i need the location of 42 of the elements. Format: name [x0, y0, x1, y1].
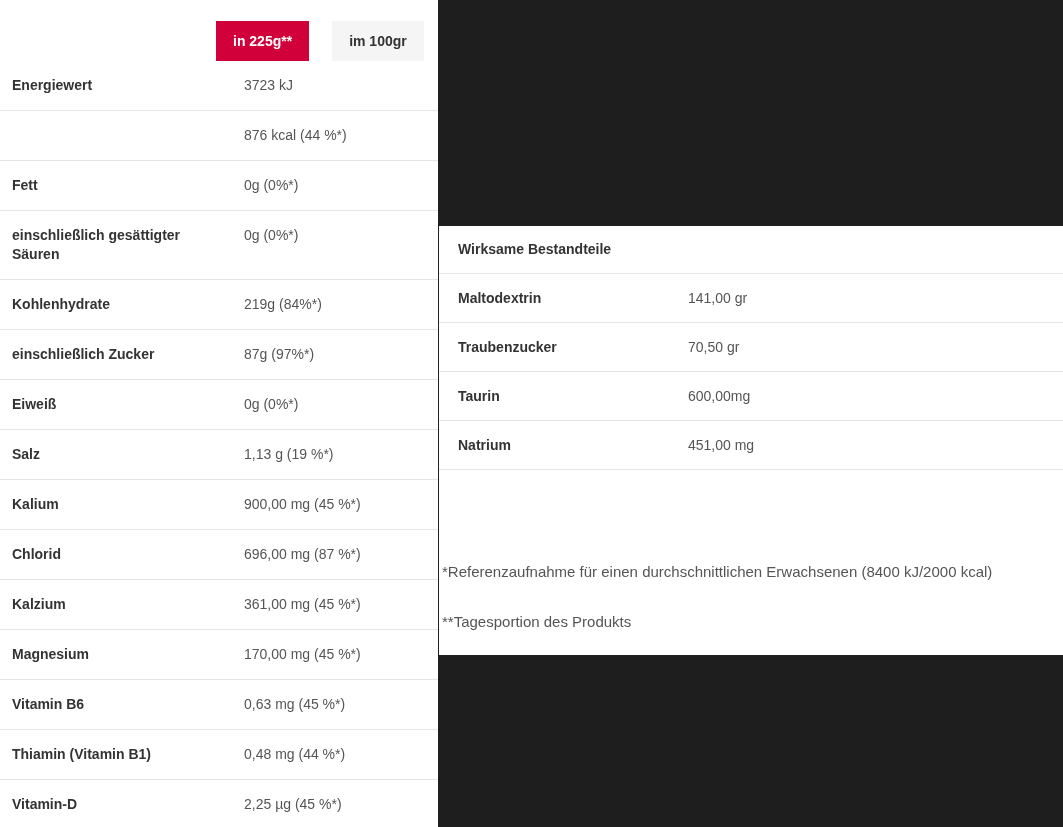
tab[interactable]: in 225g**	[216, 21, 310, 61]
nutrient-label: Kalium	[11, 495, 60, 514]
nutrient-label: Vitamin-D	[11, 795, 79, 814]
ingredient-value: 600,00mg	[688, 386, 751, 406]
nutrient-label: Salz	[11, 445, 41, 464]
ingredients-heading: Wirksame Bestandteile	[458, 240, 612, 259]
nutrient-value: 0,63 mg (45 %*)	[244, 695, 346, 714]
nutrient-value: 900,00 mg (45 %*)	[244, 495, 361, 514]
nutrient-value: 0g (0%*)	[244, 176, 299, 195]
ingredient-label: Taurin	[457, 386, 501, 406]
nutrient-value: 219g (84%*)	[244, 295, 322, 314]
nutrient-value: 1,13 g (19 %*)	[244, 445, 334, 464]
nutrient-value: 3723 kJ	[244, 76, 294, 95]
nutrient-label: Chlorid	[11, 545, 62, 564]
nutrient-label: Thiamin (Vitamin B1)	[11, 745, 152, 764]
nutrient-value: 0g (0%*)	[244, 395, 299, 414]
footnote: *Referenzaufnahme für einen durchschnittlichen Erwachsenen (8400 kJ/2000 kcal)	[442, 562, 994, 582]
nutrient-value: 696,00 mg (87 %*)	[244, 545, 361, 564]
nutrient-label: einschließlich gesättigter Säuren	[11, 226, 182, 264]
nutrient-label: einschließlich Zucker	[11, 345, 156, 364]
tab[interactable]: im 100gr	[332, 21, 424, 61]
nutrient-value: 361,00 mg (45 %*)	[244, 595, 361, 614]
nutrient-label: Energiewert	[11, 76, 94, 95]
nutrient-label: Kohlenhydrate	[11, 295, 111, 314]
nutrient-value: 876 kcal (44 %*)	[244, 126, 347, 145]
footnote: **Tagesportion des Produkts	[442, 612, 633, 632]
nutrient-value: 0g (0%*)	[244, 226, 299, 245]
nutrient-label: Kalzium	[11, 595, 67, 614]
ingredient-label: Natrium	[457, 435, 512, 455]
nutrient-label: Eiweiß	[11, 395, 58, 414]
nutrient-value: 0,48 mg (44 %*)	[244, 745, 346, 764]
nutrient-value: 170,00 mg (45 %*)	[244, 645, 361, 664]
nutrient-value: 87g (97%*)	[244, 345, 315, 364]
nutrient-label: Magnesium	[11, 645, 90, 664]
nutrient-label: Vitamin B6	[11, 695, 86, 714]
nutrient-value: 2,25 µg (45 %*)	[244, 795, 342, 814]
nutrient-label: Fett	[11, 176, 39, 195]
ingredient-value: 70,50 gr	[688, 337, 740, 357]
ingredient-label: Maltodextrin	[457, 288, 543, 308]
ingredient-value: 141,00 gr	[688, 288, 748, 308]
ingredient-value: 451,00 mg	[688, 435, 755, 455]
ingredient-label: Traubenzucker	[457, 337, 558, 357]
